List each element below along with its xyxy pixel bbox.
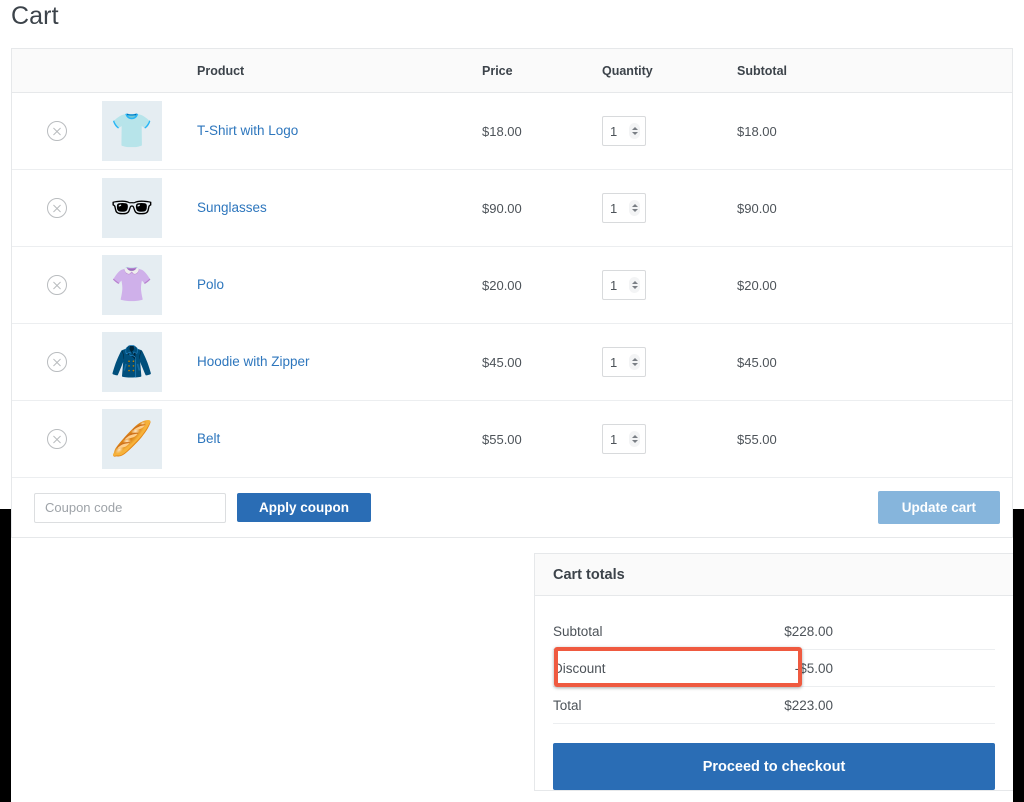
product-name-cell: Hoodie with Zipper	[197, 353, 482, 371]
product-subtotal: $90.00	[737, 200, 777, 216]
quantity-stepper[interactable]: 1	[602, 347, 646, 377]
remove-cell	[12, 198, 102, 218]
quantity-stepper[interactable]: 1	[602, 116, 646, 146]
product-subtotal: $45.00	[737, 354, 777, 370]
spinner-arrows-icon[interactable]	[629, 200, 640, 216]
product-thumbnail[interactable]: 👚	[102, 255, 162, 315]
column-header-subtotal: Subtotal	[737, 63, 787, 78]
cart-page: Cart Product Price Quantity Subtotal 👕 T…	[0, 0, 1024, 802]
totals-label: Discount	[553, 660, 606, 676]
column-header-quantity: Quantity	[602, 63, 653, 78]
product-thumbnail[interactable]: 🥖	[102, 409, 162, 469]
cart-totals-header: Cart totals	[535, 554, 1013, 596]
product-name-cell: Belt	[197, 430, 482, 448]
cart-totals-title: Cart totals	[553, 566, 625, 583]
thumbnail-cell: 👚	[102, 255, 197, 315]
page-title: Cart	[11, 2, 59, 30]
product-link[interactable]: T-Shirt with Logo	[197, 123, 298, 138]
quantity-value: 1	[610, 354, 618, 370]
cart-totals-body: Subtotal $228.00 Discount -$5.00 Total $…	[535, 596, 1013, 724]
totals-value: -$5.00	[794, 660, 833, 676]
proceed-to-checkout-button[interactable]: Proceed to checkout	[553, 743, 995, 790]
product-price: $45.00	[482, 354, 522, 370]
product-link[interactable]: Belt	[197, 431, 220, 446]
totals-label: Total	[553, 697, 582, 713]
product-thumbnail[interactable]: 🕶	[102, 178, 162, 238]
product-name-cell: Sunglasses	[197, 199, 482, 217]
remove-circle-icon[interactable]	[47, 429, 67, 449]
quantity-stepper[interactable]: 1	[602, 270, 646, 300]
product-subtotal: $18.00	[737, 123, 777, 139]
table-header-row: Product Price Quantity Subtotal	[12, 49, 1012, 93]
product-link[interactable]: Hoodie with Zipper	[197, 354, 310, 369]
table-row: 🕶 Sunglasses $90.00 1 $90.00	[12, 170, 1012, 247]
product-link[interactable]: Polo	[197, 277, 224, 292]
coupon-row: Apply coupon Update cart	[12, 478, 1012, 538]
product-subtotal: $55.00	[737, 431, 777, 447]
product-price: $18.00	[482, 123, 522, 139]
column-header-price: Price	[482, 63, 513, 78]
totals-value: $223.00	[784, 697, 833, 713]
totals-row-total: Total $223.00	[553, 687, 995, 724]
remove-cell	[12, 121, 102, 141]
quantity-cell: 1	[602, 347, 737, 377]
product-price: $20.00	[482, 277, 522, 293]
quantity-cell: 1	[602, 424, 737, 454]
checkout-button-wrap: Proceed to checkout	[535, 724, 1013, 790]
cart-totals-panel: Cart totals Subtotal $228.00 Discount -$…	[534, 553, 1013, 791]
product-name-cell: T-Shirt with Logo	[197, 122, 482, 140]
totals-row-subtotal: Subtotal $228.00	[553, 613, 995, 650]
quantity-cell: 1	[602, 116, 737, 146]
remove-circle-icon[interactable]	[47, 275, 67, 295]
spinner-arrows-icon[interactable]	[629, 277, 640, 293]
viewport-edge-right	[1013, 509, 1024, 802]
viewport-edge-left	[0, 509, 11, 802]
spinner-arrows-icon[interactable]	[629, 354, 640, 370]
table-row: 👚 Polo $20.00 1 $20.00	[12, 247, 1012, 324]
quantity-stepper[interactable]: 1	[602, 424, 646, 454]
product-thumbnail[interactable]: 👕	[102, 101, 162, 161]
remove-cell	[12, 275, 102, 295]
spinner-arrows-icon[interactable]	[629, 431, 640, 447]
totals-row-discount: Discount -$5.00	[553, 650, 995, 687]
product-price: $90.00	[482, 200, 522, 216]
totals-label: Subtotal	[553, 623, 603, 639]
quantity-value: 1	[610, 123, 618, 139]
thumbnail-cell: 🧥	[102, 332, 197, 392]
quantity-value: 1	[610, 200, 618, 216]
thumbnail-cell: 👕	[102, 101, 197, 161]
apply-coupon-button[interactable]: Apply coupon	[237, 493, 371, 522]
coupon-input[interactable]	[34, 492, 226, 523]
column-header-product: Product	[197, 63, 245, 78]
table-row: 🥖 Belt $55.00 1 $55.00	[12, 401, 1012, 478]
quantity-cell: 1	[602, 193, 737, 223]
cart-table: Product Price Quantity Subtotal 👕 T-Shir…	[11, 48, 1013, 538]
table-row: 👕 T-Shirt with Logo $18.00 1 $18.00	[12, 93, 1012, 170]
product-subtotal: $20.00	[737, 277, 777, 293]
totals-value: $228.00	[784, 623, 833, 639]
table-row: 🧥 Hoodie with Zipper $45.00 1 $45.00	[12, 324, 1012, 401]
remove-circle-icon[interactable]	[47, 352, 67, 372]
thumbnail-cell: 🥖	[102, 409, 197, 469]
quantity-value: 1	[610, 431, 618, 447]
product-link[interactable]: Sunglasses	[197, 200, 267, 215]
remove-circle-icon[interactable]	[47, 121, 67, 141]
remove-cell	[12, 352, 102, 372]
update-cart-button[interactable]: Update cart	[877, 491, 1000, 524]
quantity-stepper[interactable]: 1	[602, 193, 646, 223]
product-name-cell: Polo	[197, 276, 482, 294]
remove-cell	[12, 429, 102, 449]
thumbnail-cell: 🕶	[102, 178, 197, 238]
product-thumbnail[interactable]: 🧥	[102, 332, 162, 392]
quantity-value: 1	[610, 277, 618, 293]
quantity-cell: 1	[602, 270, 737, 300]
spinner-arrows-icon[interactable]	[629, 123, 640, 139]
remove-circle-icon[interactable]	[47, 198, 67, 218]
product-price: $55.00	[482, 431, 522, 447]
